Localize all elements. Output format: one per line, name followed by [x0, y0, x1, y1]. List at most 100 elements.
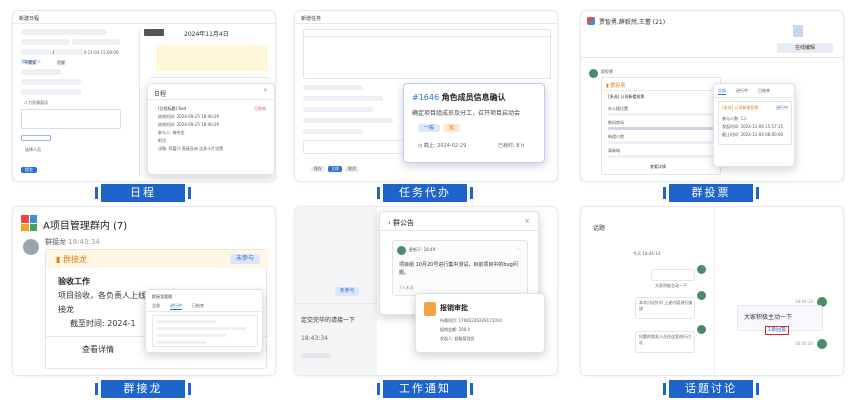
- schedule-window-title: 新建日程: [19, 16, 40, 22]
- chat-bubble: 大家积极主动一下: [651, 269, 695, 288]
- relay-deadline: 截至时间: 2024-1: [70, 319, 136, 328]
- visibility-select[interactable]: 公开: [21, 69, 61, 85]
- title-field[interactable]: 人力资源面试: [21, 29, 107, 45]
- task-options: [303, 85, 413, 154]
- view-detail-button[interactable]: 查看详情: [602, 164, 714, 170]
- schedule-detail-popup: 日程 × [日程标题] Red 已结束 结束时间: 2024-09-25 18:…: [147, 83, 275, 175]
- topic-thread: 今天 18:44:14 大家积极主动一下 本次讨论针对 上述内容进行描述 问题的…: [581, 207, 715, 375]
- tab-ongoing[interactable]: 进行中: [736, 88, 748, 95]
- room-field[interactable]: 会议室: [21, 79, 81, 95]
- sender-avatar: [23, 239, 39, 255]
- end-time-field[interactable]: 2024-11-04 15:00:00: [72, 39, 120, 55]
- sender-avatar: [589, 69, 598, 78]
- sender-name: 群接龙: [45, 238, 66, 246]
- group-avatar: [21, 215, 37, 231]
- vote-option[interactable]: 高新城: [608, 148, 620, 154]
- approval-title: 报销审批: [440, 304, 468, 312]
- vote-card[interactable]: ▮ 群投票 [多选] 公司新楼投票 办公楼位置 数码商场 新楼小院 高新城 查看…: [601, 77, 722, 175]
- relay-panel: A项目管理群内 (7) 群接龙 18:43:34 ▮ 群接龙 未参与 验收工作 …: [12, 206, 276, 376]
- participation-status: 未参与: [230, 254, 260, 264]
- vote-card-title: 群投票: [610, 83, 626, 89]
- chat-text: 大家积极主动一下: [655, 283, 687, 288]
- reply-count-link[interactable]: 1条回复: [765, 326, 790, 335]
- status-badge: 已结束: [254, 106, 266, 111]
- user-avatar: [817, 339, 827, 349]
- calendar-date-heading: 2024年11月4日: [184, 31, 229, 38]
- task-due: ◷ 截止: 2024-02-29: [418, 142, 466, 149]
- chat-time: 18:43:34: [301, 335, 328, 342]
- task-title-row: #1646 角色成员信息确认: [412, 92, 506, 103]
- tab-ongoing[interactable]: 进行中: [170, 303, 182, 310]
- group-name: A项目管理群内 (7): [43, 221, 128, 232]
- caption-notice: 工作通知: [377, 380, 473, 398]
- tab-finished[interactable]: 已结束: [758, 88, 770, 95]
- relay-list-item[interactable]: [152, 315, 258, 347]
- calendar-allday-block[interactable]: [156, 45, 268, 71]
- repeat-select[interactable]: 不重复: [21, 49, 51, 65]
- popup-title: 日程: [154, 91, 167, 98]
- task-card-popup[interactable]: #1646 角色成员信息确认 确定项目组成员及分工，召开项目启动会 一般 延 ◷…: [403, 83, 545, 163]
- priority-tag: 一般: [418, 124, 440, 132]
- approval-line: 发起人: 超级管理员: [440, 336, 475, 341]
- calendar-nav[interactable]: [144, 29, 164, 36]
- relay-task-desc-2: 接龙: [58, 305, 74, 314]
- task-editor[interactable]: [303, 29, 552, 79]
- task-elapsed: 已耗时: 8 h: [498, 143, 525, 149]
- user-avatar: [697, 265, 706, 274]
- vote-question: [多选] 公司新楼投票: [608, 94, 645, 99]
- announcement-body: 项目组 10月20号进行集中测试，目前项目中的bug问题。: [399, 262, 518, 276]
- vote-list-item[interactable]: [多选] 公司新楼投票 进行中 参与人数: 1人 发起时间: 2024-11-0…: [718, 101, 792, 145]
- announcement-title: 群公告: [393, 219, 415, 227]
- schedule-form: 人力资源面试 2024-11-04 14:00:00 2024-11-04 15…: [21, 29, 129, 152]
- select-person-field[interactable]: 选择人员: [21, 135, 51, 152]
- list-item-sub: 发起时间: 2024-11-06 15:57:15: [722, 124, 784, 129]
- confirm-button[interactable]: 立即: [328, 166, 342, 172]
- note-textarea[interactable]: [21, 109, 121, 129]
- list-item-title: [多选] 公司新楼投票: [722, 105, 759, 110]
- popup-line: 详情: 阿富汗 直接亚洲 达多卡片设置: [158, 146, 224, 151]
- chat-text: 本次讨论针对 上述内容进行描述: [639, 300, 693, 311]
- close-icon[interactable]: ×: [524, 218, 530, 225]
- online-edit-button[interactable]: 在线编辑: [777, 43, 833, 53]
- schedule-panel: 新建日程 人力资源面试 2024-11-04 14:00:00 2024-11-…: [12, 10, 276, 182]
- announcement-card[interactable]: 更新于: 18:49 ··· 项目组 10月20号进行集中测试，目前项目中的bu…: [392, 240, 528, 296]
- submit-button[interactable]: 提交: [21, 167, 37, 173]
- vote-option[interactable]: 新楼小院: [608, 134, 624, 140]
- chat-sidebar: 未参与 定交完毕的请接一下 18:43:34: [295, 207, 377, 375]
- approval-line: 报销金额: 200.0: [440, 327, 471, 332]
- list-item-sub: 参与人数: 1人: [722, 116, 748, 121]
- vote-option[interactable]: 办公楼位置: [608, 106, 628, 112]
- tab-all[interactable]: 全部: [152, 303, 160, 310]
- group-name: 贾智勇,薛毅然,王蕾 (21): [599, 19, 666, 26]
- popup-line: 结束时间: 2024-09-25 18:40:29: [158, 114, 220, 119]
- relay-task-desc: 项目验收，各负责人上线后: [58, 291, 154, 300]
- add-attendee-link[interactable]: 添加参会人: [21, 59, 129, 65]
- relay-card-title: ▮ 群接龙: [56, 254, 87, 265]
- topic-time: 今天 18:44:14: [633, 251, 661, 256]
- more-icon[interactable]: ···: [517, 246, 521, 252]
- cancel-button[interactable]: 取消: [345, 166, 359, 172]
- tab-finished[interactable]: 已结束: [192, 303, 204, 310]
- list-item-sub: 截止时间: 2024-11-06 08:00:00: [722, 132, 784, 137]
- vote-tabs: 全部 进行中 已结束: [718, 88, 770, 95]
- close-icon[interactable]: ×: [263, 88, 268, 94]
- feature-showcase: 新建日程 人力资源面试 2024-11-04 14:00:00 2024-11-…: [0, 0, 856, 404]
- view-detail-button[interactable]: 查看详情: [82, 344, 114, 355]
- save-button[interactable]: 保存: [311, 166, 325, 172]
- chat-bubble: 问题的相关人员在这里进行讨论: [635, 331, 695, 353]
- popup-line: 结束时间: 2024-09-25 18:40:29: [158, 122, 220, 127]
- popup-event-title: [日程标题] Red: [158, 106, 186, 111]
- list-item-status: 进行中: [776, 105, 788, 110]
- relay-card-header: ▮ 群接龙 未参与: [46, 250, 268, 268]
- approval-card[interactable]: 报销审批 所属项目: 17083226229171010 报销金额: 200.0…: [415, 293, 545, 353]
- topic-message-text: 大家积极主动一下: [744, 314, 793, 321]
- delay-tag: 延: [444, 124, 460, 132]
- remind-select[interactable]: 提醒: [54, 49, 84, 65]
- caption-topic: 话题讨论: [663, 380, 759, 398]
- vote-option[interactable]: 数码商场: [608, 120, 624, 126]
- start-time-field[interactable]: 2024-11-04 14:00:00: [21, 39, 69, 55]
- user-avatar: [697, 291, 706, 300]
- tab-all[interactable]: 全部: [718, 88, 726, 95]
- desc-field[interactable]: 人力资源面试: [21, 89, 81, 105]
- task-footer: 保存 立即 取消: [311, 166, 359, 172]
